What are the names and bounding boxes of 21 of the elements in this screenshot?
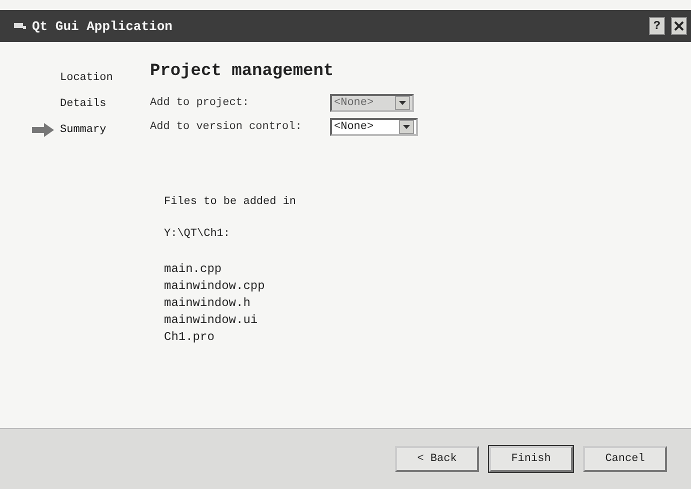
field-label: Add to project: xyxy=(150,97,250,109)
summary-heading: Files to be added in xyxy=(164,195,298,210)
app-icon xyxy=(14,22,26,30)
wizard-button[interactable]: < Back xyxy=(395,446,479,472)
combo-box[interactable]: <None> xyxy=(330,118,418,136)
field-label: Add to version control: xyxy=(150,121,303,133)
wizard-step: Summary xyxy=(60,124,106,136)
wizard-button[interactable]: Cancel xyxy=(583,446,667,472)
page-title: Project management xyxy=(150,62,335,81)
file-name: Ch1.pro xyxy=(164,329,216,346)
file-name: mainwindow.ui xyxy=(164,312,259,329)
wizard-step: Location xyxy=(60,72,113,84)
path-text: Y:\QT\Ch1: xyxy=(164,227,232,242)
wizard-button[interactable]: Finish xyxy=(489,446,573,472)
wizard-step: Details xyxy=(60,98,106,110)
close-button[interactable] xyxy=(671,17,687,35)
help-button[interactable]: ? xyxy=(649,17,665,35)
file-name: mainwindow.h xyxy=(164,295,252,312)
file-name: main.cpp xyxy=(164,261,223,278)
file-name: mainwindow.cpp xyxy=(164,278,266,295)
window-title: Qt Gui Application xyxy=(32,18,174,34)
